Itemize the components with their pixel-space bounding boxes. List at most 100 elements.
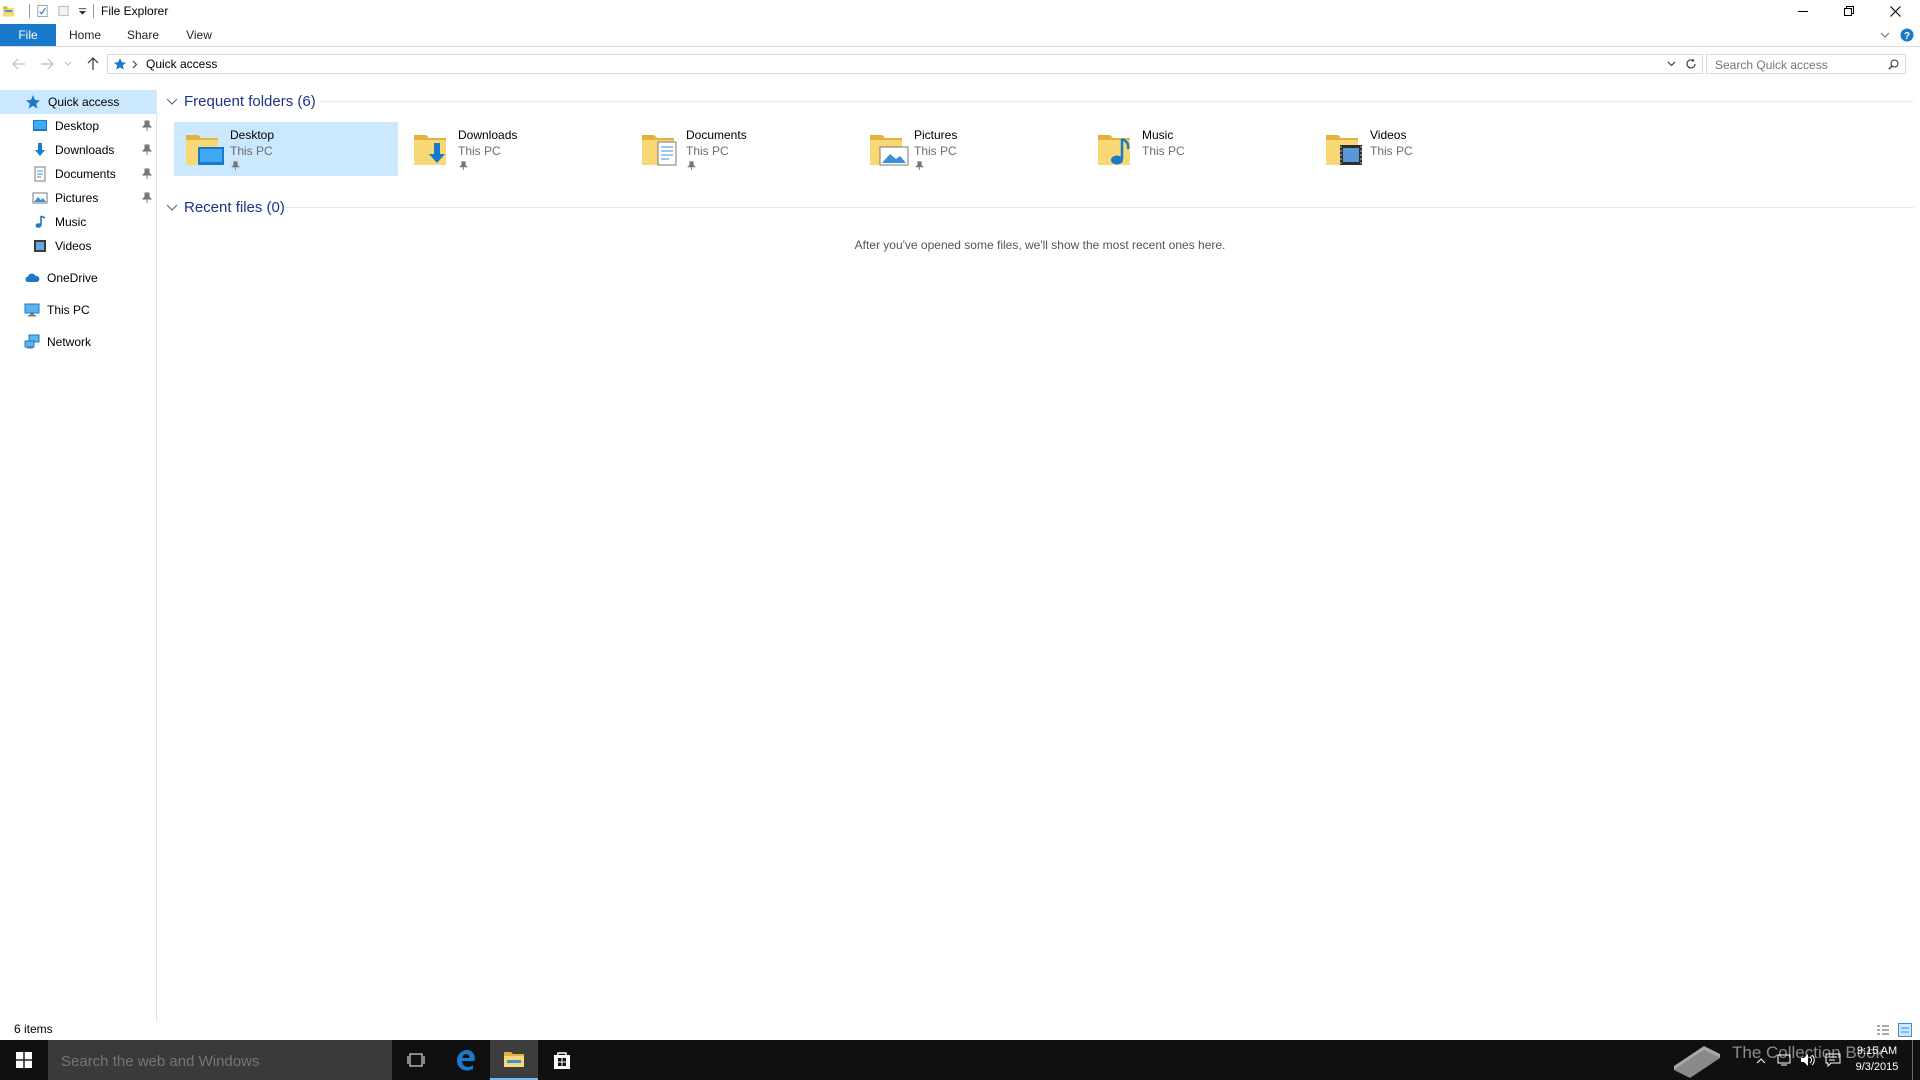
search-box[interactable] <box>1706 54 1906 74</box>
folder-tile-pictures[interactable]: Pictures This PC <box>858 122 1082 176</box>
folder-tile-desktop[interactable]: Desktop This PC <box>174 122 398 176</box>
folder-tile-music[interactable]: Music This PC <box>1086 122 1310 176</box>
pin-icon[interactable] <box>142 168 152 180</box>
help-icon[interactable]: ? <box>1900 28 1914 42</box>
frequent-folders-header[interactable]: Frequent folders (6) <box>166 90 316 112</box>
details-view-icon[interactable] <box>1876 1023 1890 1037</box>
folder-location: This PC <box>458 144 501 158</box>
folder-name: Downloads <box>458 128 518 142</box>
taskbar: The Collection Book 9:15 AM 9/3/2015 <box>0 1040 1920 1080</box>
task-view-button[interactable] <box>392 1040 440 1080</box>
nav-item-quick-access[interactable]: Quick access <box>0 90 156 114</box>
taskbar-file-explorer-button[interactable] <box>490 1040 538 1080</box>
group-title: Frequent folders (6) <box>184 92 316 110</box>
volume-tray-button[interactable] <box>1798 1050 1818 1070</box>
tab-file[interactable]: File <box>0 24 56 46</box>
restore-button[interactable] <box>1826 0 1872 22</box>
large-icons-view-icon[interactable] <box>1898 1023 1912 1037</box>
taskbar-clock[interactable]: 9:15 AM 9/3/2015 <box>1852 1043 1902 1075</box>
up-button[interactable] <box>84 56 102 72</box>
new-folder-icon[interactable] <box>57 4 70 18</box>
folder-location: This PC <box>1142 144 1185 158</box>
nav-item-videos[interactable]: Videos <box>0 234 156 258</box>
taskbar-search-input[interactable] <box>59 1051 383 1071</box>
folder-location: This PC <box>686 144 729 158</box>
pin-icon[interactable] <box>142 144 152 156</box>
recent-locations-button[interactable] <box>63 56 73 72</box>
folder-location: This PC <box>1370 144 1413 158</box>
network-icon <box>24 334 40 349</box>
nav-item-label: Network <box>47 335 92 349</box>
properties-icon[interactable] <box>36 4 49 18</box>
documents-icon <box>34 166 46 182</box>
qat-separator <box>93 4 94 18</box>
refresh-icon[interactable] <box>1685 58 1697 70</box>
pin-icon <box>687 161 696 171</box>
show-desktop-button[interactable] <box>1912 1040 1913 1080</box>
folder-tile-videos[interactable]: Videos This PC <box>1314 122 1538 176</box>
tab-home[interactable]: Home <box>62 24 108 46</box>
pin-icon <box>459 161 468 171</box>
restore-icon <box>1844 6 1854 16</box>
taskbar-edge-button[interactable] <box>442 1040 490 1080</box>
nav-item-pictures[interactable]: Pictures <box>0 186 156 210</box>
forward-button[interactable] <box>38 56 56 72</box>
desktop-icon <box>33 120 47 131</box>
expand-ribbon-icon[interactable] <box>1880 31 1890 39</box>
window-title: File Explorer <box>101 4 169 18</box>
nav-item-label: Documents <box>55 167 116 181</box>
star-icon <box>26 95 40 109</box>
notifications-icon <box>1825 1053 1841 1067</box>
pictures-icon <box>32 192 48 204</box>
customize-qat-icon[interactable] <box>78 4 87 18</box>
show-hidden-icons-button[interactable] <box>1754 1050 1768 1070</box>
folder-name: Pictures <box>914 128 958 142</box>
taskbar-search-box[interactable] <box>48 1040 392 1080</box>
search-input[interactable] <box>1713 57 1877 73</box>
breadcrumb-chevron-icon[interactable] <box>132 60 138 69</box>
folder-location: This PC <box>230 144 273 158</box>
nav-item-downloads[interactable]: Downloads <box>0 138 156 162</box>
breadcrumb-quick-access[interactable]: Quick access <box>146 57 217 71</box>
network-tray-button[interactable] <box>1774 1050 1794 1070</box>
nav-item-desktop[interactable]: Desktop <box>0 114 156 138</box>
search-icon[interactable] <box>1888 59 1899 70</box>
pictures-folder-icon <box>870 135 909 166</box>
address-bar[interactable]: Quick access <box>107 54 1703 74</box>
collapse-chevron-icon <box>166 204 178 211</box>
action-center-button[interactable] <box>1822 1050 1844 1070</box>
pin-icon <box>231 161 240 171</box>
back-arrow-icon <box>12 58 25 70</box>
chevron-down-icon <box>64 61 72 66</box>
pin-icon <box>915 161 924 171</box>
address-history-chevron-icon[interactable] <box>1667 61 1676 67</box>
folder-tile-documents[interactable]: Documents This PC <box>630 122 854 176</box>
close-button[interactable] <box>1872 0 1918 22</box>
nav-item-label: Downloads <box>55 143 115 157</box>
pin-icon[interactable] <box>142 120 152 132</box>
tab-share[interactable]: Share <box>120 24 166 46</box>
item-count: 6 items <box>14 1022 53 1036</box>
videos-icon <box>34 240 46 252</box>
tab-view[interactable]: View <box>176 24 222 46</box>
nav-item-label: This PC <box>47 303 90 317</box>
minimize-button[interactable] <box>1780 0 1826 22</box>
pc-icon <box>24 303 40 317</box>
nav-item-onedrive[interactable]: OneDrive <box>0 266 156 290</box>
recent-files-header[interactable]: Recent files (0) <box>166 196 285 218</box>
nav-item-label: Videos <box>55 239 92 253</box>
explorer-app-icon <box>2 6 15 17</box>
nav-item-documents[interactable]: Documents <box>0 162 156 186</box>
start-button[interactable] <box>0 1040 48 1080</box>
folder-name: Desktop <box>230 128 275 142</box>
pin-icon[interactable] <box>142 192 152 204</box>
folder-tile-downloads[interactable]: Downloads This PC <box>402 122 626 176</box>
nav-item-this-pc[interactable]: This PC <box>0 298 156 322</box>
taskbar-store-button[interactable] <box>538 1040 586 1080</box>
back-button[interactable] <box>10 56 28 72</box>
downloads-folder-icon <box>414 135 446 165</box>
nav-item-network[interactable]: Network <box>0 330 156 354</box>
music-icon <box>35 215 46 228</box>
nav-item-music[interactable]: Music <box>0 210 156 234</box>
qat-separator <box>29 4 30 18</box>
